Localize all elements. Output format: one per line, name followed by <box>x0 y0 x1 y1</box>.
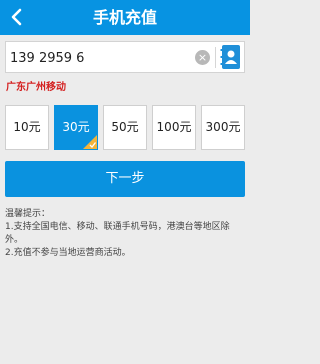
amount-label: 50元 <box>111 120 139 134</box>
amount-option-30[interactable]: 30元 <box>54 105 98 150</box>
tips-section: 温馨提示： 1.支持全国电信、移动、联通手机号码，港澳台等地区除外。 2.充值不… <box>5 208 245 260</box>
selected-check-icon <box>83 135 97 149</box>
carrier-label: 广东广州移动 <box>6 82 66 93</box>
amount-label: 30元 <box>62 120 90 134</box>
phone-number-input[interactable] <box>10 46 188 70</box>
field-divider <box>215 47 216 68</box>
amount-option-300[interactable]: 300元 <box>201 105 245 150</box>
amount-label: 100元 <box>156 120 192 134</box>
close-circle-icon: × <box>197 51 208 64</box>
amount-option-100[interactable]: 100元 <box>152 105 196 150</box>
amount-option-10[interactable]: 10元 <box>5 105 49 150</box>
contact-book-icon <box>220 45 240 69</box>
amount-options: 10元 30元 50元 100元 300元 <box>5 105 245 150</box>
next-step-button[interactable]: 下一步 <box>5 161 245 197</box>
contacts-button[interactable] <box>220 44 242 70</box>
phone-number-field: × <box>5 41 245 73</box>
tips-line: 2.充值不参与当地运营商活动。 <box>5 248 131 258</box>
amount-label: 300元 <box>205 120 241 134</box>
page-title: 手机充值 <box>92 8 157 27</box>
app-header: 手机充值 <box>0 0 250 35</box>
tips-title: 温馨提示： <box>5 209 51 219</box>
tips-line: 1.支持全国电信、移动、联通手机号码，港澳台等地区除外。 <box>5 222 230 245</box>
amount-label: 10元 <box>13 120 41 134</box>
clear-input-button[interactable]: × <box>195 50 210 65</box>
amount-option-50[interactable]: 50元 <box>103 105 147 150</box>
